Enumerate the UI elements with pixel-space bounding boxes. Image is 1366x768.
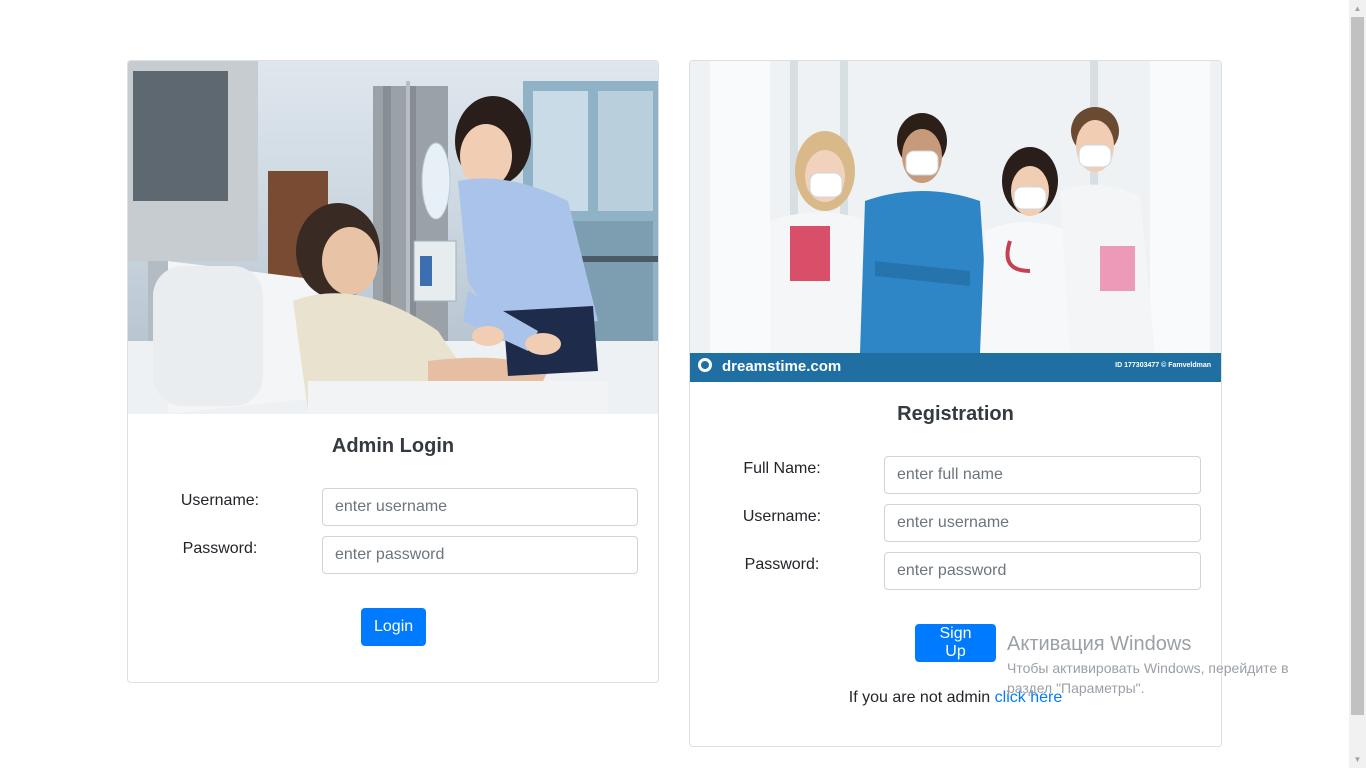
admin-login-title: Admin Login [331,435,455,457]
medical-team-illustration [690,61,1221,353]
reg-password-input[interactable] [884,552,1201,590]
medical-team-photo: dreamstime.com ID 177303477 © Famveldman [690,61,1221,382]
windows-activation-message: Чтобы активировать Windows, перейдите в … [1007,660,1289,696]
hospital-room-illustration [128,61,658,414]
scroll-thumb[interactable] [1351,17,1364,715]
login-button[interactable]: Login [361,608,426,646]
signup-button[interactable]: Sign Up [915,624,996,662]
admin-login-card: Admin Login Username: Password: Login [127,60,659,683]
stock-watermark-id: ID 177303477 © Famveldman [1115,362,1211,369]
login-username-input[interactable] [322,488,638,526]
windows-activation-watermark: Активация Windows Чтобы активировать Win… [1007,633,1327,698]
login-password-input[interactable] [322,536,638,574]
scroll-up-arrow-icon[interactable]: ▲ [1349,0,1366,17]
fullname-label: Full Name: [743,460,821,477]
scroll-down-arrow-icon[interactable]: ▼ [1349,751,1366,768]
reg-username-label: Username: [742,508,822,525]
admin-redirect-prefix: If you are not admin [848,689,995,706]
reg-username-input[interactable] [884,504,1201,542]
registration-title: Registration [897,403,1014,425]
vertical-scrollbar[interactable]: ▲ ▼ [1349,0,1366,768]
hospital-room-photo [128,61,658,414]
password-label: Password: [182,540,258,557]
username-label: Username: [180,492,260,509]
dreamstime-logo-icon [698,358,712,372]
windows-activation-title: Активация Windows [1007,633,1192,655]
stock-watermark-logo: dreamstime.com [722,358,842,375]
stock-watermark-bar: dreamstime.com ID 177303477 © Famveldman [690,353,1221,382]
fullname-input[interactable] [884,456,1201,494]
reg-password-label: Password: [744,556,820,573]
